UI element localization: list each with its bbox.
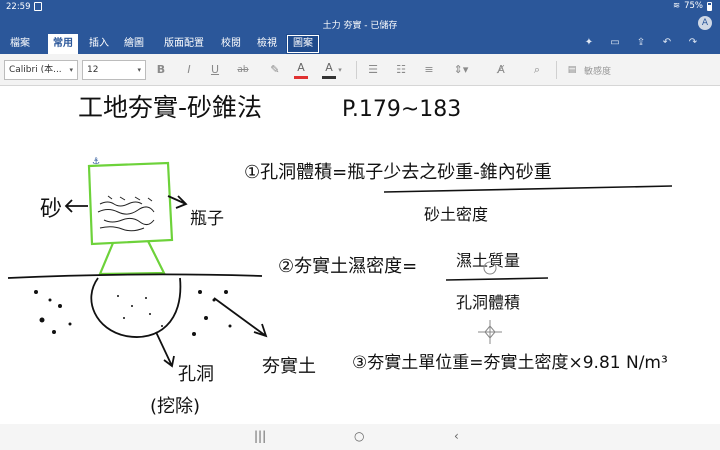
ink-canvas[interactable]: 工地夯實-砂錐法 P.179~183 ⚓ 砂 瓶子 夯實土 孔洞 (挖除) ①孔… [0,86,720,424]
align-left-icon[interactable]: ≡ [422,61,436,79]
back-icon[interactable]: ‹ [454,429,459,443]
notes-pages: P.179~183 [342,97,461,122]
equation-2-numerator: 濕土質量 [456,251,520,270]
sensitivity-icon[interactable]: ▤ [566,61,578,79]
wifi-icon: ≋ [672,1,681,11]
font-color-button[interactable]: A [294,61,308,79]
cone-outline [98,240,166,276]
recents-icon[interactable]: ||| [254,429,266,443]
ribbon-actions: ✦ ▭ ⇪ ↶ ↷ [584,37,698,49]
status-right: ≋ 75% [673,1,712,11]
tab-draw[interactable]: 繪圖 [118,34,150,54]
equation-2-lhs: ②夯實土濕密度= [278,256,417,277]
notes-title: 工地夯實-砂錐法 [78,93,262,122]
tab-review[interactable]: 校閱 [216,34,246,54]
sand-scribbles [97,195,155,232]
label-bottle: 瓶子 [190,209,224,229]
toolbar: Calibri (本... ▾ 12 ▾ B I U ab ✎ A A ▾ ☰ … [0,54,720,86]
tab-view[interactable]: 檢視 [252,34,282,54]
equation-2-denominator: 孔洞體積 [456,293,520,312]
read-mode-icon[interactable]: ▭ [610,37,620,49]
font-size-value: 12 [87,65,99,75]
notification-icon [34,2,42,11]
battery-percent: 75% [684,1,703,11]
arrow-to-sand [64,199,88,213]
share-icon[interactable]: ⇪ [636,37,646,49]
hole-outline [90,277,182,338]
search-icon[interactable]: ⌕ [530,61,544,79]
text-effects-button[interactable]: A [322,61,336,79]
highlighter-icon[interactable]: ✎ [268,61,282,79]
chevron-down-icon[interactable]: ▾ [336,61,344,79]
status-time: 22:59 [6,2,31,12]
fraction-line-2 [445,277,549,281]
label-sand: 砂 [40,197,62,222]
equation-1: ①孔洞體積=瓶子少去之砂重-錐內砂重 [244,162,552,183]
android-nav-bar: ||| ○ ‹ [0,424,720,450]
home-icon[interactable]: ○ [354,429,364,443]
tab-insert[interactable]: 插入 [84,34,114,54]
chevron-down-icon: ▾ [69,66,73,74]
status-bar: 22:59 ≋ 75% [0,0,720,14]
paragraph-spacing-icon[interactable]: ⇕▾ [450,61,472,79]
sensitivity-button[interactable]: 敏感度 [584,64,611,77]
equation-1-denominator: 砂土密度 [424,205,488,224]
bold-button[interactable]: B [154,61,168,79]
strikethrough-button[interactable]: ab [234,61,252,79]
redo-icon[interactable]: ↷ [688,37,698,49]
chevron-down-icon: ▾ [137,66,141,74]
fraction-line-1 [383,185,673,193]
soil-dots [34,290,232,336]
tab-layout[interactable]: 版面配置 [156,34,212,54]
title-bar: 土力 夯實 - 已儲存 A [0,14,720,34]
font-name-value: Calibri (本... [9,65,62,75]
numbered-list-icon[interactable]: ☷ [394,61,408,79]
bullet-list-icon[interactable]: ☰ [366,61,380,79]
label-hole: 孔洞 [178,364,214,385]
document-title[interactable]: 土力 夯實 - 已儲存 [0,18,720,31]
avatar[interactable]: A [698,16,712,30]
font-size-select[interactable]: 12 ▾ [82,60,146,80]
equation-3: ③夯實土單位重=夯實土密度×9.81 N/m³ [352,353,668,373]
handwritten-notes[interactable]: 工地夯實-砂錐法 P.179~183 ⚓ 砂 瓶子 夯實土 孔洞 (挖除) ①孔… [0,86,720,424]
font-name-select[interactable]: Calibri (本... ▾ [4,60,78,80]
ground-line [7,273,263,279]
arrow-to-hole-label [155,331,175,368]
label-dig: (挖除) [150,396,200,417]
label-compacted-soil: 夯實土 [262,356,316,377]
tab-file[interactable]: 檔案 [4,34,36,54]
lightbulb-icon[interactable]: ✦ [584,37,594,49]
tab-home[interactable]: 常用 [48,34,78,54]
undo-icon[interactable]: ↶ [662,37,672,49]
battery-icon [707,1,712,11]
arrow-to-compacted-soil [213,297,268,338]
italic-button[interactable]: I [182,61,196,79]
tab-shapes[interactable]: 圖案 [286,34,320,54]
styles-icon[interactable]: A̸ [494,61,508,79]
underline-button[interactable]: U [208,61,222,79]
ribbon-tabs: 檔案 常用 插入 繪圖 版面配置 校閱 檢視 圖案 ✦ ▭ ⇪ ↶ ↷ [0,34,720,54]
